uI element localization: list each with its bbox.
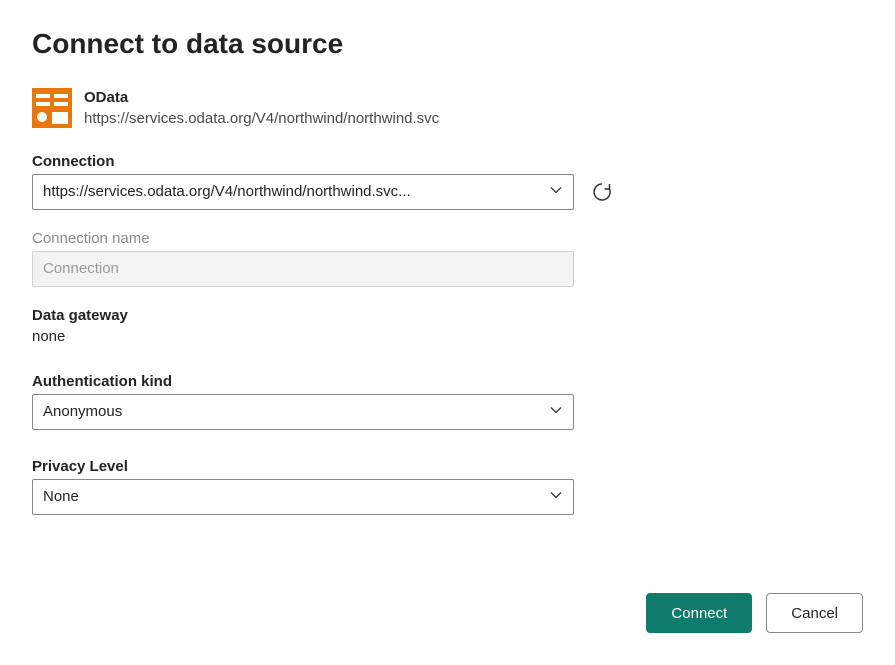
refresh-button[interactable]	[588, 178, 616, 206]
refresh-icon	[591, 181, 613, 203]
connection-name-placeholder: Connection	[43, 260, 119, 277]
source-url: https://services.odata.org/V4/northwind/…	[84, 108, 439, 129]
gateway-label: Data gateway	[32, 307, 863, 324]
chevron-down-icon	[549, 403, 563, 421]
connection-select[interactable]: https://services.odata.org/V4/northwind/…	[32, 174, 574, 210]
source-header: OData https://services.odata.org/V4/nort…	[32, 88, 863, 129]
auth-kind-value: Anonymous	[43, 403, 541, 420]
privacy-select[interactable]: None	[32, 479, 574, 515]
privacy-value: None	[43, 488, 541, 505]
connection-label: Connection	[32, 153, 863, 170]
privacy-label: Privacy Level	[32, 458, 863, 475]
auth-kind-label: Authentication kind	[32, 373, 863, 390]
page-title: Connect to data source	[32, 28, 863, 60]
connect-button[interactable]: Connect	[646, 593, 752, 633]
chevron-down-icon	[549, 183, 563, 201]
chevron-down-icon	[549, 488, 563, 506]
connection-name-label: Connection name	[32, 230, 863, 247]
source-name: OData	[84, 88, 439, 108]
gateway-value: none	[32, 328, 863, 345]
odata-icon	[32, 88, 72, 128]
auth-kind-select[interactable]: Anonymous	[32, 394, 574, 430]
cancel-button[interactable]: Cancel	[766, 593, 863, 633]
connection-name-input[interactable]: Connection	[32, 251, 574, 287]
dialog-buttons: Connect Cancel	[646, 593, 863, 633]
connection-value: https://services.odata.org/V4/northwind/…	[43, 183, 541, 200]
